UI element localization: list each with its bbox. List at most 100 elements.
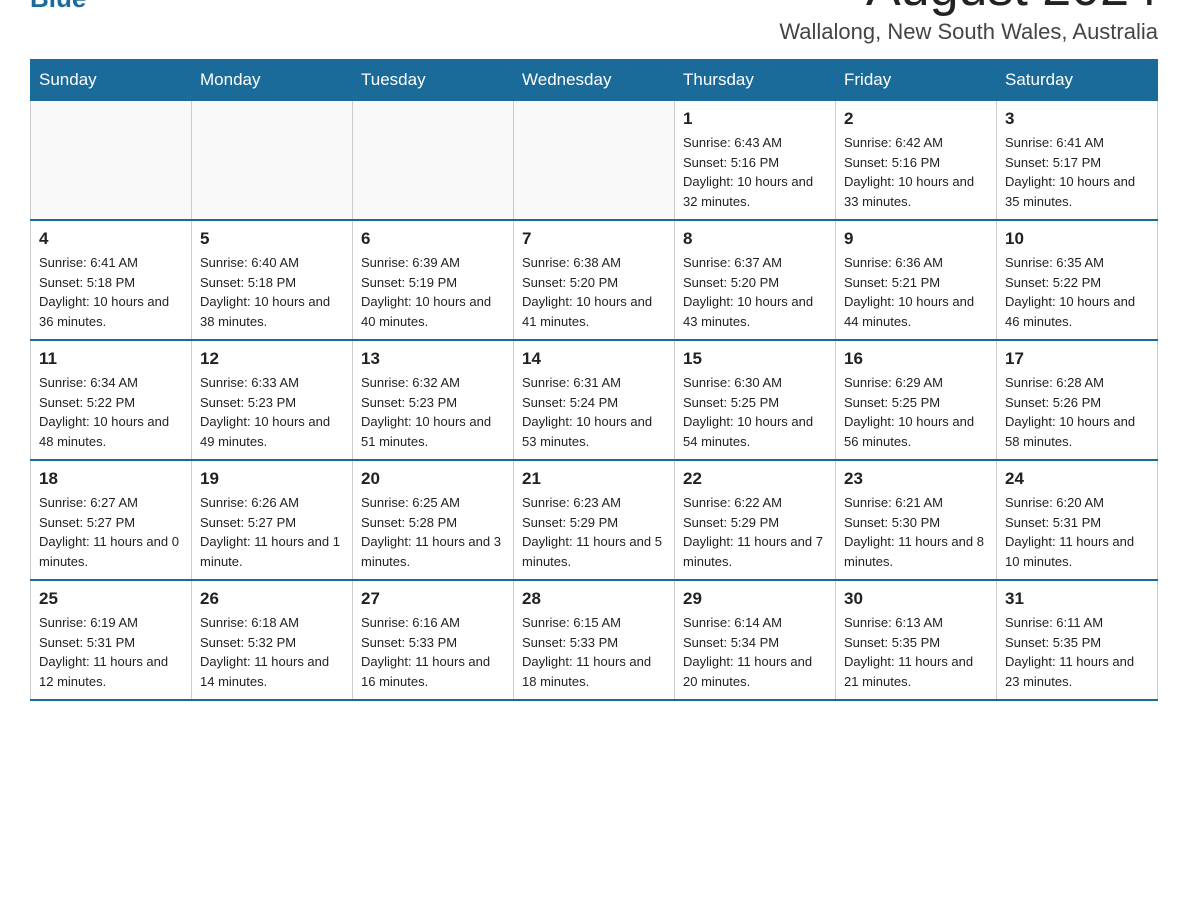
calendar-cell	[31, 101, 192, 221]
day-info: Sunrise: 6:39 AM Sunset: 5:19 PM Dayligh…	[361, 253, 505, 331]
day-number: 24	[1005, 469, 1149, 489]
calendar-header-row: SundayMondayTuesdayWednesdayThursdayFrid…	[31, 60, 1158, 101]
day-number: 1	[683, 109, 827, 129]
header-thursday: Thursday	[675, 60, 836, 101]
calendar-cell: 20Sunrise: 6:25 AM Sunset: 5:28 PM Dayli…	[353, 460, 514, 580]
header-wednesday: Wednesday	[514, 60, 675, 101]
calendar-cell: 15 Sunrise: 6:30 AM Sunset: 5:25 PM Dayli…	[675, 340, 836, 460]
header-friday: Friday	[836, 60, 997, 101]
header-saturday: Saturday	[997, 60, 1158, 101]
day-info: Sunrise: 6:42 AM Sunset: 5:16 PM Dayligh…	[844, 133, 988, 211]
page-header-2: General Blue August 2024 Wallalong, New …	[30, 0, 1158, 45]
header-tuesday: Tuesday	[353, 60, 514, 101]
day-number: 28	[522, 589, 666, 609]
calendar-cell: 10 Sunrise: 6:35 AM Sunset: 5:22 PM Dayli…	[997, 220, 1158, 340]
day-info: Sunrise: 6:21 AM Sunset: 5:30 PM Dayligh…	[844, 493, 988, 571]
calendar-cell: 2 Sunrise: 6:42 AM Sunset: 5:16 PM Daylig…	[836, 101, 997, 221]
day-info: Sunrise: 6:30 AM Sunset: 5:25 PM Dayligh…	[683, 373, 827, 451]
header-sunday: Sunday	[31, 60, 192, 101]
day-number: 29	[683, 589, 827, 609]
day-number: 14	[522, 349, 666, 369]
day-number: 4	[39, 229, 183, 249]
calendar-cell: 3 Sunrise: 6:41 AM Sunset: 5:17 PM Daylig…	[997, 101, 1158, 221]
day-info: Sunrise: 6:27 AM Sunset: 5:27 PM Dayligh…	[39, 493, 183, 571]
month-year-title: August 2024	[779, 0, 1158, 17]
day-number: 11	[39, 349, 183, 369]
day-info: Sunrise: 6:26 AM Sunset: 5:27 PM Dayligh…	[200, 493, 344, 571]
logo-text-blue: Blue	[30, 0, 143, 14]
calendar-cell: 16 Sunrise: 6:29 AM Sunset: 5:25 PM Dayli…	[836, 340, 997, 460]
day-info: Sunrise: 6:14 AM Sunset: 5:34 PM Dayligh…	[683, 613, 827, 691]
day-info: Sunrise: 6:22 AM Sunset: 5:29 PM Dayligh…	[683, 493, 827, 571]
calendar-cell	[353, 101, 514, 221]
day-info: Sunrise: 6:16 AM Sunset: 5:33 PM Dayligh…	[361, 613, 505, 691]
day-info: Sunrise: 6:34 AM Sunset: 5:22 PM Dayligh…	[39, 373, 183, 451]
day-info: Sunrise: 6:35 AM Sunset: 5:22 PM Dayligh…	[1005, 253, 1149, 331]
day-info: Sunrise: 6:41 AM Sunset: 5:18 PM Dayligh…	[39, 253, 183, 331]
title-right: August 2024 Wallalong, New South Wales, …	[779, 0, 1158, 45]
calendar-cell: 21Sunrise: 6:23 AM Sunset: 5:29 PM Dayli…	[514, 460, 675, 580]
calendar-cell: 11 Sunrise: 6:34 AM Sunset: 5:22 PM Dayli…	[31, 340, 192, 460]
day-info: Sunrise: 6:19 AM Sunset: 5:31 PM Dayligh…	[39, 613, 183, 691]
calendar-cell: 22 Sunrise: 6:22 AM Sunset: 5:29 PM Dayli…	[675, 460, 836, 580]
day-number: 7	[522, 229, 666, 249]
calendar-cell: 14 Sunrise: 6:31 AM Sunset: 5:24 PM Dayli…	[514, 340, 675, 460]
week-row-2: 4 Sunrise: 6:41 AM Sunset: 5:18 PM Daylig…	[31, 220, 1158, 340]
calendar-cell: 12 Sunrise: 6:33 AM Sunset: 5:23 PM Dayli…	[192, 340, 353, 460]
day-number: 19	[200, 469, 344, 489]
day-number: 9	[844, 229, 988, 249]
day-info: Sunrise: 6:37 AM Sunset: 5:20 PM Dayligh…	[683, 253, 827, 331]
day-info: Sunrise: 6:32 AM Sunset: 5:23 PM Dayligh…	[361, 373, 505, 451]
calendar-cell: 9Sunrise: 6:36 AM Sunset: 5:21 PM Daylig…	[836, 220, 997, 340]
day-number: 31	[1005, 589, 1149, 609]
day-info: Sunrise: 6:28 AM Sunset: 5:26 PM Dayligh…	[1005, 373, 1149, 451]
day-number: 13	[361, 349, 505, 369]
day-info: Sunrise: 6:15 AM Sunset: 5:33 PM Dayligh…	[522, 613, 666, 691]
day-info: Sunrise: 6:41 AM Sunset: 5:17 PM Dayligh…	[1005, 133, 1149, 211]
day-number: 15	[683, 349, 827, 369]
calendar-cell: 29 Sunrise: 6:14 AM Sunset: 5:34 PM Dayli…	[675, 580, 836, 700]
day-number: 26	[200, 589, 344, 609]
day-info: Sunrise: 6:18 AM Sunset: 5:32 PM Dayligh…	[200, 613, 344, 691]
calendar-cell: 4 Sunrise: 6:41 AM Sunset: 5:18 PM Daylig…	[31, 220, 192, 340]
day-info: Sunrise: 6:33 AM Sunset: 5:23 PM Dayligh…	[200, 373, 344, 451]
day-number: 10	[1005, 229, 1149, 249]
day-info: Sunrise: 6:43 AM Sunset: 5:16 PM Dayligh…	[683, 133, 827, 211]
day-number: 3	[1005, 109, 1149, 129]
day-info: Sunrise: 6:31 AM Sunset: 5:24 PM Dayligh…	[522, 373, 666, 451]
calendar-cell: 8 Sunrise: 6:37 AM Sunset: 5:20 PM Daylig…	[675, 220, 836, 340]
calendar-cell	[514, 101, 675, 221]
calendar-cell: 1 Sunrise: 6:43 AM Sunset: 5:16 PM Daylig…	[675, 101, 836, 221]
header-monday: Monday	[192, 60, 353, 101]
day-number: 5	[200, 229, 344, 249]
calendar-cell: 28 Sunrise: 6:15 AM Sunset: 5:33 PM Dayli…	[514, 580, 675, 700]
week-row-3: 11 Sunrise: 6:34 AM Sunset: 5:22 PM Dayli…	[31, 340, 1158, 460]
day-number: 30	[844, 589, 988, 609]
day-info: Sunrise: 6:11 AM Sunset: 5:35 PM Dayligh…	[1005, 613, 1149, 691]
calendar-cell: 26 Sunrise: 6:18 AM Sunset: 5:32 PM Dayli…	[192, 580, 353, 700]
day-number: 8	[683, 229, 827, 249]
calendar-cell: 27 Sunrise: 6:16 AM Sunset: 5:33 PM Dayli…	[353, 580, 514, 700]
day-info: Sunrise: 6:20 AM Sunset: 5:31 PM Dayligh…	[1005, 493, 1149, 571]
calendar-cell: 7Sunrise: 6:38 AM Sunset: 5:20 PM Daylig…	[514, 220, 675, 340]
calendar-table: SundayMondayTuesdayWednesdayThursdayFrid…	[30, 59, 1158, 701]
calendar-cell: 5 Sunrise: 6:40 AM Sunset: 5:18 PM Daylig…	[192, 220, 353, 340]
calendar-cell: 6Sunrise: 6:39 AM Sunset: 5:19 PM Daylig…	[353, 220, 514, 340]
day-number: 27	[361, 589, 505, 609]
calendar-cell: 19 Sunrise: 6:26 AM Sunset: 5:27 PM Dayli…	[192, 460, 353, 580]
day-info: Sunrise: 6:40 AM Sunset: 5:18 PM Dayligh…	[200, 253, 344, 331]
week-row-1: 1 Sunrise: 6:43 AM Sunset: 5:16 PM Daylig…	[31, 101, 1158, 221]
week-row-4: 18 Sunrise: 6:27 AM Sunset: 5:27 PM Dayli…	[31, 460, 1158, 580]
day-number: 23	[844, 469, 988, 489]
week-row-5: 25Sunrise: 6:19 AM Sunset: 5:31 PM Dayli…	[31, 580, 1158, 700]
day-number: 12	[200, 349, 344, 369]
day-info: Sunrise: 6:13 AM Sunset: 5:35 PM Dayligh…	[844, 613, 988, 691]
day-number: 16	[844, 349, 988, 369]
calendar-cell: 25Sunrise: 6:19 AM Sunset: 5:31 PM Dayli…	[31, 580, 192, 700]
day-info: Sunrise: 6:29 AM Sunset: 5:25 PM Dayligh…	[844, 373, 988, 451]
day-number: 2	[844, 109, 988, 129]
calendar-cell: 30 Sunrise: 6:13 AM Sunset: 5:35 PM Dayli…	[836, 580, 997, 700]
calendar-cell: 17Sunrise: 6:28 AM Sunset: 5:26 PM Dayli…	[997, 340, 1158, 460]
day-number: 18	[39, 469, 183, 489]
day-number: 22	[683, 469, 827, 489]
